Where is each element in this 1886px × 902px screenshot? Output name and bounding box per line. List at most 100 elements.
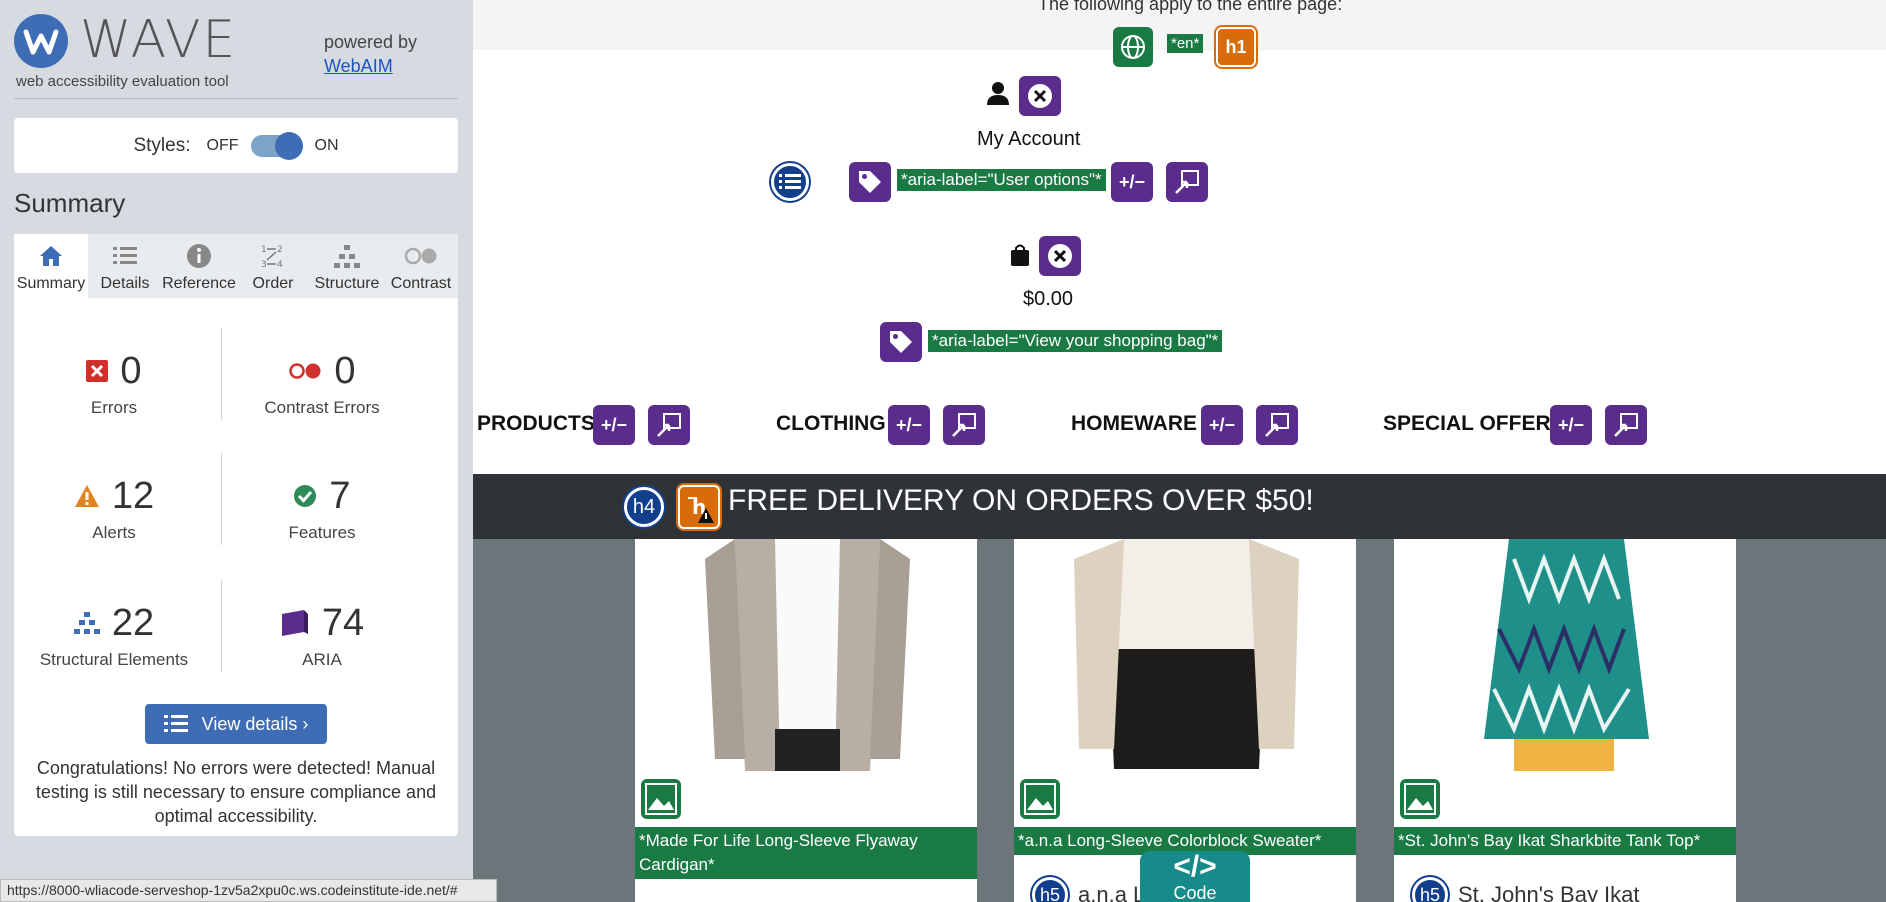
wave-logo-icon <box>14 14 68 68</box>
tab-contrast[interactable]: Contrast <box>384 234 458 298</box>
product-image-tank-top[interactable] <box>1434 539 1696 771</box>
expanded-toggle-icon[interactable]: +/− <box>1550 405 1592 445</box>
wave-tabs: Summary Details Reference 1234 Order Str… <box>14 234 458 298</box>
contrast-icon <box>404 241 438 271</box>
tab-details[interactable]: Details <box>88 234 162 298</box>
congrats-message: Congratulations! No errors were detected… <box>35 758 437 826</box>
tab-label: Summary <box>16 275 86 292</box>
expanded-toggle-icon[interactable]: +/− <box>1201 405 1243 445</box>
stat-aria[interactable]: 74 ARIA <box>222 600 422 670</box>
wave-sidebar: WAVE web accessibility evaluation tool p… <box>0 0 473 902</box>
user-options-aria-label[interactable]: *aria-label="User options"* <box>897 169 1106 191</box>
promo-text: FREE DELIVERY ON ORDERS OVER $50! <box>728 484 1314 517</box>
contrast-errors-count: 0 <box>334 349 356 392</box>
errors-count: 0 <box>120 349 142 392</box>
h1-badge[interactable]: h1 <box>1216 27 1256 67</box>
product-name-text: a.n.a L <box>1078 882 1146 902</box>
structural-count: 22 <box>111 601 155 644</box>
aria-label: ARIA <box>302 650 342 669</box>
status-bar-url: https://8000-wliacode-serveshop-1zv5a2xp… <box>0 879 497 902</box>
bag-total[interactable]: $0.00 <box>1023 288 1073 311</box>
code-toggle-button[interactable]: </> Code <box>1140 851 1250 902</box>
nav-products[interactable]: PRODUCTS <box>477 412 595 436</box>
webaim-link[interactable]: WebAIM <box>324 56 393 76</box>
list-icon <box>112 241 138 271</box>
nav-special-offers[interactable]: SPECIAL OFFERS <box>1383 412 1565 436</box>
product-name[interactable]: h5 a.n.a L <box>1032 877 1145 902</box>
view-details-label: View details › <box>201 713 309 734</box>
stat-structural[interactable]: 22 Structural Elements <box>14 600 214 670</box>
expanded-toggle-icon[interactable]: +/− <box>888 405 930 445</box>
tab-summary[interactable]: Summary <box>14 234 88 298</box>
tab-structure[interactable]: Structure <box>310 234 384 298</box>
styles-toggle[interactable] <box>250 131 303 160</box>
product-card[interactable]: *a.n.a Long-Sleeve Colorblock Sweater* h… <box>1014 539 1356 902</box>
aria-hidden-icon[interactable] <box>1019 76 1061 116</box>
aria-hidden-icon[interactable] <box>1039 236 1081 276</box>
svg-text:1: 1 <box>261 245 267 255</box>
structural-label: Structural Elements <box>39 650 189 669</box>
home-icon <box>38 241 64 271</box>
h5-badge[interactable]: h5 <box>1412 877 1448 902</box>
product-card[interactable]: *Made For Life Long-Sleeve Flyaway Cardi… <box>635 539 977 902</box>
aria-label-tag-icon[interactable] <box>849 162 891 202</box>
aria-popup-icon[interactable] <box>1605 405 1647 445</box>
styles-on-label: ON <box>314 136 339 154</box>
aria-popup-icon[interactable] <box>648 405 690 445</box>
product-image-sweater[interactable] <box>1054 539 1316 771</box>
stat-alerts[interactable]: 12 Alerts <box>14 473 214 543</box>
skipped-heading-alert-icon[interactable]: h <box>678 485 720 529</box>
aria-icon <box>281 610 308 636</box>
shopping-bag-aria-label[interactable]: *aria-label="View your shopping bag"* <box>928 330 1223 352</box>
product-alt-text[interactable]: *Made For Life Long-Sleeve Flyaway Cardi… <box>635 827 977 879</box>
product-name[interactable]: h5 St. John's Bay Ikat <box>1412 877 1640 902</box>
feature-icon <box>294 485 317 507</box>
stat-contrast-errors[interactable]: 0 Contrast Errors <box>222 348 422 418</box>
nav-homeware[interactable]: HOMEWARE <box>1071 412 1197 436</box>
stat-features[interactable]: 7 Features <box>222 473 422 543</box>
divider <box>14 98 458 99</box>
order-icon: 1234 <box>259 241 287 271</box>
image-alt-icon[interactable] <box>641 779 681 819</box>
wave-tagline: web accessibility evaluation tool <box>16 73 229 90</box>
aria-popup-icon[interactable] <box>943 405 985 445</box>
tab-label: Reference <box>162 275 236 292</box>
aria-count: 74 <box>321 601 365 644</box>
contrast-error-icon <box>289 363 321 379</box>
my-account-link[interactable]: My Account <box>977 128 1080 151</box>
aria-label-tag-icon[interactable] <box>880 322 922 362</box>
tab-label: Contrast <box>390 275 452 292</box>
image-alt-icon[interactable] <box>1400 779 1440 819</box>
view-details-button[interactable]: View details › <box>145 704 327 744</box>
expanded-toggle-icon[interactable]: +/− <box>593 405 635 445</box>
styles-toggle-panel: Styles: OFF ON <box>14 118 458 173</box>
product-image-cardigan[interactable] <box>675 539 937 771</box>
aria-popup-icon[interactable] <box>1256 405 1298 445</box>
aria-popup-icon[interactable] <box>1166 162 1208 202</box>
product-name-text: St. John's Bay Ikat <box>1458 882 1640 902</box>
page-wide-notes: The following apply to the entire page: … <box>473 0 1886 67</box>
expanded-toggle-icon[interactable]: +/− <box>1111 162 1153 202</box>
info-icon <box>186 241 212 271</box>
h5-badge[interactable]: h5 <box>1032 877 1068 902</box>
structure-icon <box>333 241 361 271</box>
h4-badge[interactable]: h4 <box>624 487 664 527</box>
product-alt-text[interactable]: *St. John's Bay Ikat Sharkbite Tank Top* <box>1394 827 1736 855</box>
summary-heading: Summary <box>14 188 126 218</box>
user-icon <box>987 81 1009 105</box>
alerts-label: Alerts <box>92 523 136 542</box>
tab-order[interactable]: 1234 Order <box>236 234 310 298</box>
list-icon[interactable] <box>771 163 809 201</box>
globe-icon[interactable] <box>1113 27 1153 67</box>
tab-reference[interactable]: Reference <box>162 234 236 298</box>
powered-by: powered by WebAIM <box>324 30 417 78</box>
tab-label: Details <box>100 275 150 292</box>
lang-label[interactable]: *en* <box>1167 34 1204 53</box>
product-card[interactable]: *St. John's Bay Ikat Sharkbite Tank Top*… <box>1394 539 1736 902</box>
image-alt-icon[interactable] <box>1020 779 1060 819</box>
nav-clothing[interactable]: CLOTHING <box>776 412 886 436</box>
shopping-bag-icon <box>1010 244 1030 266</box>
wave-logo-text: WAVE <box>80 10 238 70</box>
stat-errors[interactable]: 0 Errors <box>14 348 214 418</box>
alerts-count: 12 <box>111 474 155 517</box>
